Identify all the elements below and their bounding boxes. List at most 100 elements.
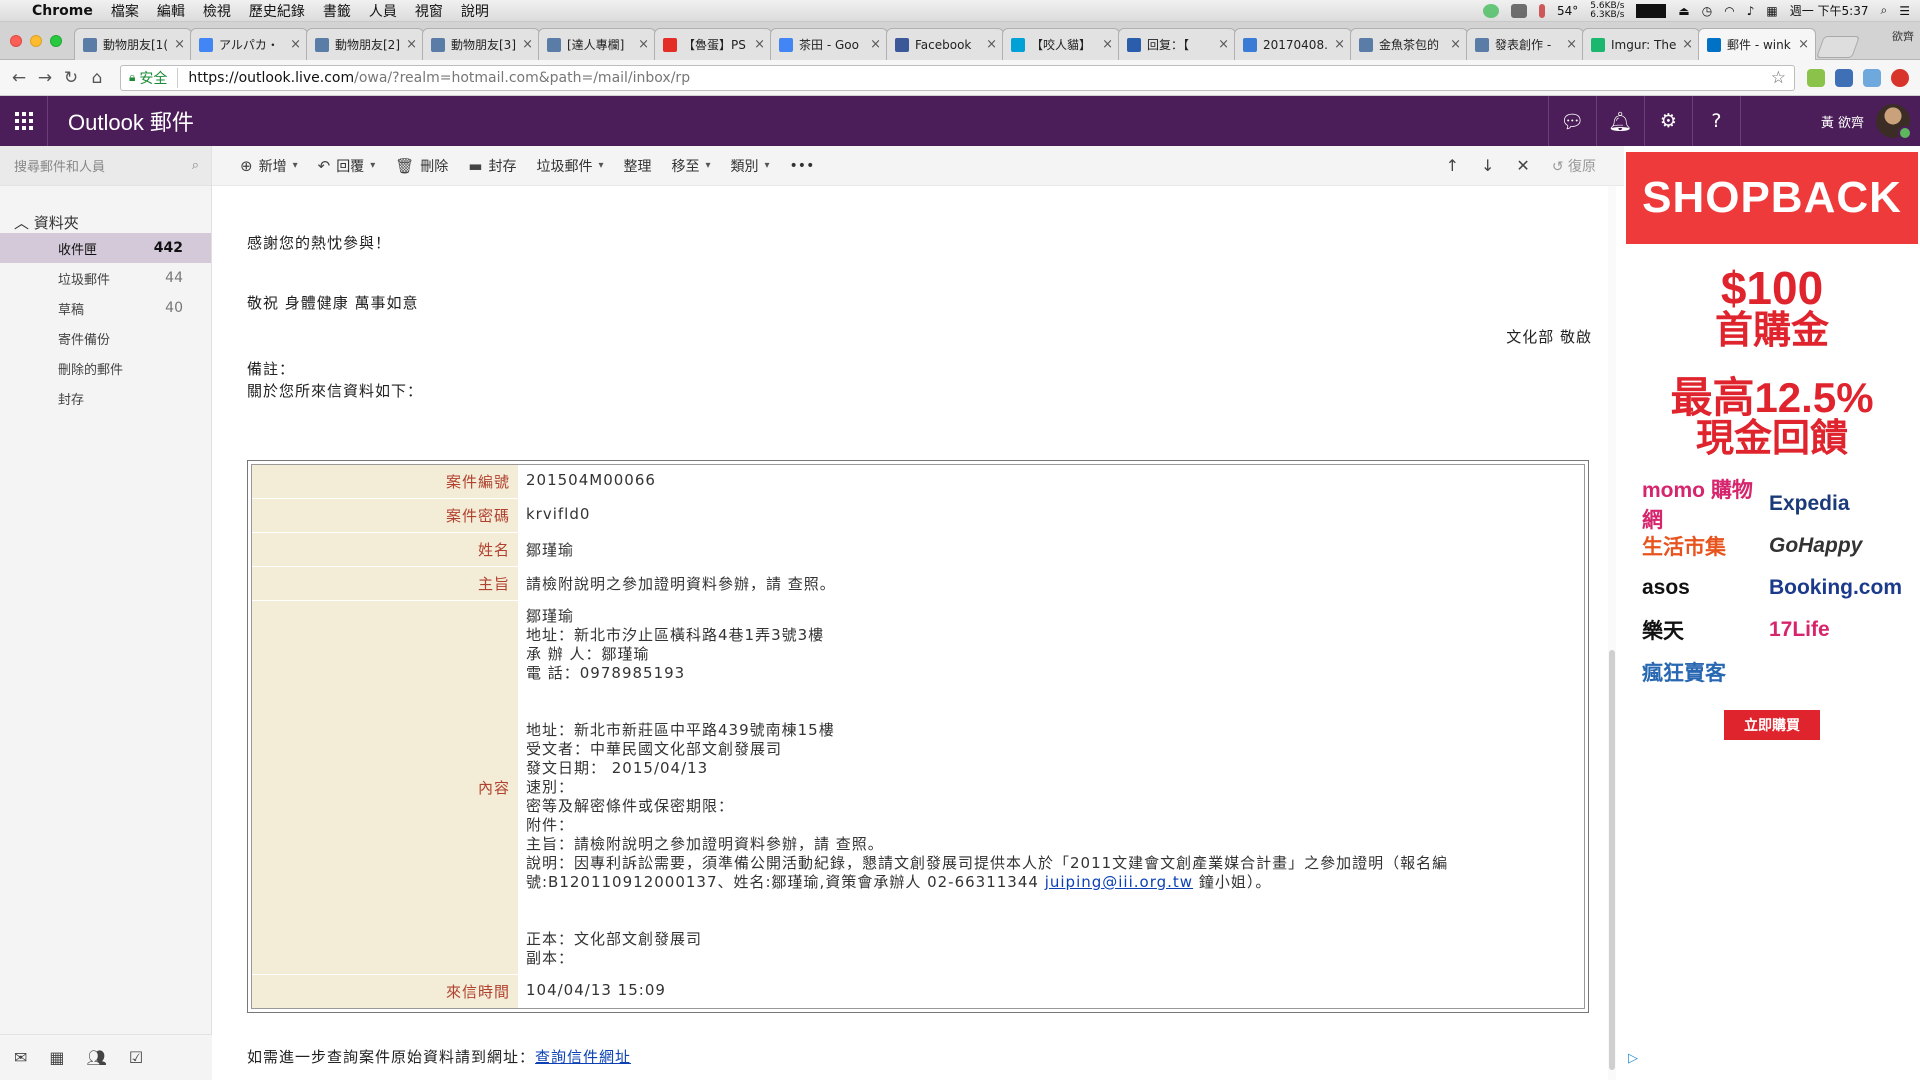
- folder-item[interactable]: 封存: [0, 383, 211, 413]
- wifi-icon[interactable]: ◠: [1724, 4, 1734, 18]
- close-tab-icon[interactable]: ×: [638, 37, 649, 52]
- more-icon[interactable]: •••: [790, 158, 815, 174]
- app-launcher-icon[interactable]: [0, 96, 48, 146]
- junk-button[interactable]: 垃圾郵件 ▾: [536, 156, 603, 176]
- address-bar[interactable]: 🔒︎ 安全 https://outlook.live.com/owa/?real…: [120, 64, 1795, 91]
- menu-bookmarks[interactable]: 書籤: [323, 1, 351, 21]
- reload-icon[interactable]: ↻: [58, 68, 84, 88]
- browser-tab[interactable]: 動物朋友[1(×: [74, 28, 192, 60]
- help-icon[interactable]: ?: [1691, 96, 1740, 146]
- new-button[interactable]: ⊕ 新增 ▾: [240, 156, 298, 176]
- browser-tab[interactable]: 金魚茶包的 ×: [1350, 28, 1468, 60]
- extension-icon[interactable]: [1863, 68, 1881, 87]
- back-icon[interactable]: ←: [6, 68, 32, 88]
- gear-icon[interactable]: ⚙: [1643, 96, 1692, 146]
- browser-tab[interactable]: Facebook ×: [886, 28, 1004, 60]
- calendar-icon[interactable]: ▦: [49, 1048, 64, 1067]
- extension-icon[interactable]: [1807, 68, 1825, 87]
- ad-buy-button[interactable]: 立即購買: [1724, 710, 1820, 741]
- close-tab-icon[interactable]: ×: [1102, 37, 1113, 52]
- menu-edit[interactable]: 編輯: [157, 1, 185, 21]
- sweep-button[interactable]: 整理: [623, 156, 651, 176]
- home-icon[interactable]: ⌂: [84, 68, 110, 88]
- chevron-down-icon[interactable]: ▾: [598, 160, 603, 171]
- menu-history[interactable]: 歷史紀錄: [249, 1, 305, 21]
- arrow-down-icon[interactable]: ↓: [1481, 156, 1494, 175]
- close-tab-icon[interactable]: ×: [290, 37, 301, 52]
- folders-header[interactable]: ︿ 資料夾: [0, 212, 211, 233]
- user-menu[interactable]: 黃 欲齊: [1739, 96, 1920, 146]
- folder-item[interactable]: 寄件備份: [0, 323, 211, 353]
- menu-help[interactable]: 說明: [461, 1, 489, 21]
- chevron-up-icon[interactable]: ︿: [14, 214, 29, 232]
- close-tab-icon[interactable]: ×: [1218, 37, 1229, 52]
- menu-people[interactable]: 人員: [369, 1, 397, 21]
- search-box[interactable]: 搜尋郵件和人員 ⌕: [0, 146, 211, 186]
- extension-icon[interactable]: [1891, 68, 1909, 87]
- pause-icon[interactable]: [1539, 3, 1545, 18]
- chevron-down-icon[interactable]: ▾: [293, 160, 298, 171]
- url-text[interactable]: https://outlook.live.com/owa/?realm=hotm…: [188, 70, 1770, 86]
- adchoices-icon[interactable]: ▷: [1628, 1051, 1638, 1066]
- folder-item[interactable]: 收件匣 442: [0, 233, 211, 263]
- network-speed[interactable]: 5.6KB/s 6.3KB/s: [1590, 1, 1624, 20]
- close-tab-icon[interactable]: ×: [1682, 37, 1693, 52]
- maximize-window-button[interactable]: [50, 35, 62, 47]
- close-tab-icon[interactable]: ×: [406, 37, 417, 52]
- lock-icon[interactable]: 🔒︎: [129, 70, 135, 85]
- bell-icon[interactable]: 🔔︎: [1595, 96, 1644, 146]
- move-button[interactable]: 移至 ▾: [671, 156, 710, 176]
- ad-body[interactable]: $100 首購金 最高12.5% 現金回饋 momo 購物網 Expedia 生…: [1626, 244, 1918, 744]
- activity-graph-icon[interactable]: [1636, 3, 1667, 18]
- skype-chat-icon[interactable]: 💬︎: [1547, 96, 1596, 146]
- mail-icon[interactable]: ✉: [14, 1048, 27, 1067]
- reply-button[interactable]: ↶ 回覆 ▾: [318, 156, 376, 176]
- close-tab-icon[interactable]: ×: [174, 37, 185, 52]
- contact-email-link[interactable]: juiping@iii.org.tw: [1045, 873, 1193, 891]
- close-tab-icon[interactable]: ×: [1450, 37, 1461, 52]
- extension-icon[interactable]: [1835, 68, 1853, 87]
- category-button[interactable]: 類別 ▾: [731, 156, 770, 176]
- volume-icon[interactable]: ♪: [1747, 4, 1755, 18]
- arrow-up-icon[interactable]: ↑: [1446, 156, 1459, 175]
- tasks-icon[interactable]: ☑: [129, 1048, 143, 1067]
- folder-item[interactable]: 刪除的郵件: [0, 353, 211, 383]
- forward-icon[interactable]: →: [32, 68, 58, 88]
- browser-tab[interactable]: 回复：【 ×: [1118, 28, 1236, 60]
- app-title[interactable]: Outlook 郵件: [68, 105, 194, 137]
- ad-brand[interactable]: SHOPBACK: [1626, 152, 1918, 244]
- query-link[interactable]: 查詢信件網址: [535, 1048, 631, 1066]
- browser-tab[interactable]: 動物朋友[3] ×: [422, 28, 540, 60]
- spotlight-icon[interactable]: ⌕: [1881, 3, 1888, 18]
- close-tab-icon[interactable]: ×: [1566, 37, 1577, 52]
- temperature-readout[interactable]: 54°: [1557, 4, 1578, 18]
- close-window-button[interactable]: [10, 35, 22, 47]
- browser-tab[interactable]: 發表創作 - ×: [1466, 28, 1584, 60]
- profile-name[interactable]: 欲齊: [1892, 28, 1914, 44]
- close-tab-icon[interactable]: ×: [1798, 37, 1809, 52]
- browser-tab[interactable]: 動物朋友[2] ×: [306, 28, 424, 60]
- minimize-window-button[interactable]: [30, 35, 42, 47]
- line-icon[interactable]: [1483, 3, 1499, 18]
- close-tab-icon[interactable]: ×: [754, 37, 765, 52]
- archive-button[interactable]: ▬ 封存: [468, 156, 516, 176]
- time-machine-icon[interactable]: ◷: [1702, 4, 1712, 18]
- close-tab-icon[interactable]: ×: [1334, 37, 1345, 52]
- chevron-down-icon[interactable]: ▾: [705, 160, 710, 171]
- folder-item[interactable]: 草稿 40: [0, 293, 211, 323]
- eject-icon[interactable]: ⏏: [1678, 4, 1689, 18]
- browser-tab[interactable]: 20170408. ×: [1234, 28, 1352, 60]
- folder-item[interactable]: 垃圾郵件 44: [0, 263, 211, 293]
- people-icon[interactable]: 👥︎: [87, 1048, 107, 1067]
- browser-tab[interactable]: Imgur: The ×: [1582, 28, 1700, 60]
- bookmark-star-icon[interactable]: ☆: [1771, 68, 1786, 88]
- new-tab-button[interactable]: [1815, 36, 1861, 58]
- browser-tab[interactable]: 【咬人貓】 ×: [1002, 28, 1120, 60]
- menu-window[interactable]: 視窗: [415, 1, 443, 21]
- search-icon[interactable]: ⌕: [192, 158, 199, 173]
- notification-center-icon[interactable]: ☰: [1899, 4, 1910, 18]
- delete-button[interactable]: 🗑︎ 刪除: [395, 156, 448, 176]
- close-icon[interactable]: ✕: [1516, 156, 1529, 175]
- clock[interactable]: 週一 下午5:37: [1790, 2, 1869, 19]
- chevron-down-icon[interactable]: ▾: [370, 160, 375, 171]
